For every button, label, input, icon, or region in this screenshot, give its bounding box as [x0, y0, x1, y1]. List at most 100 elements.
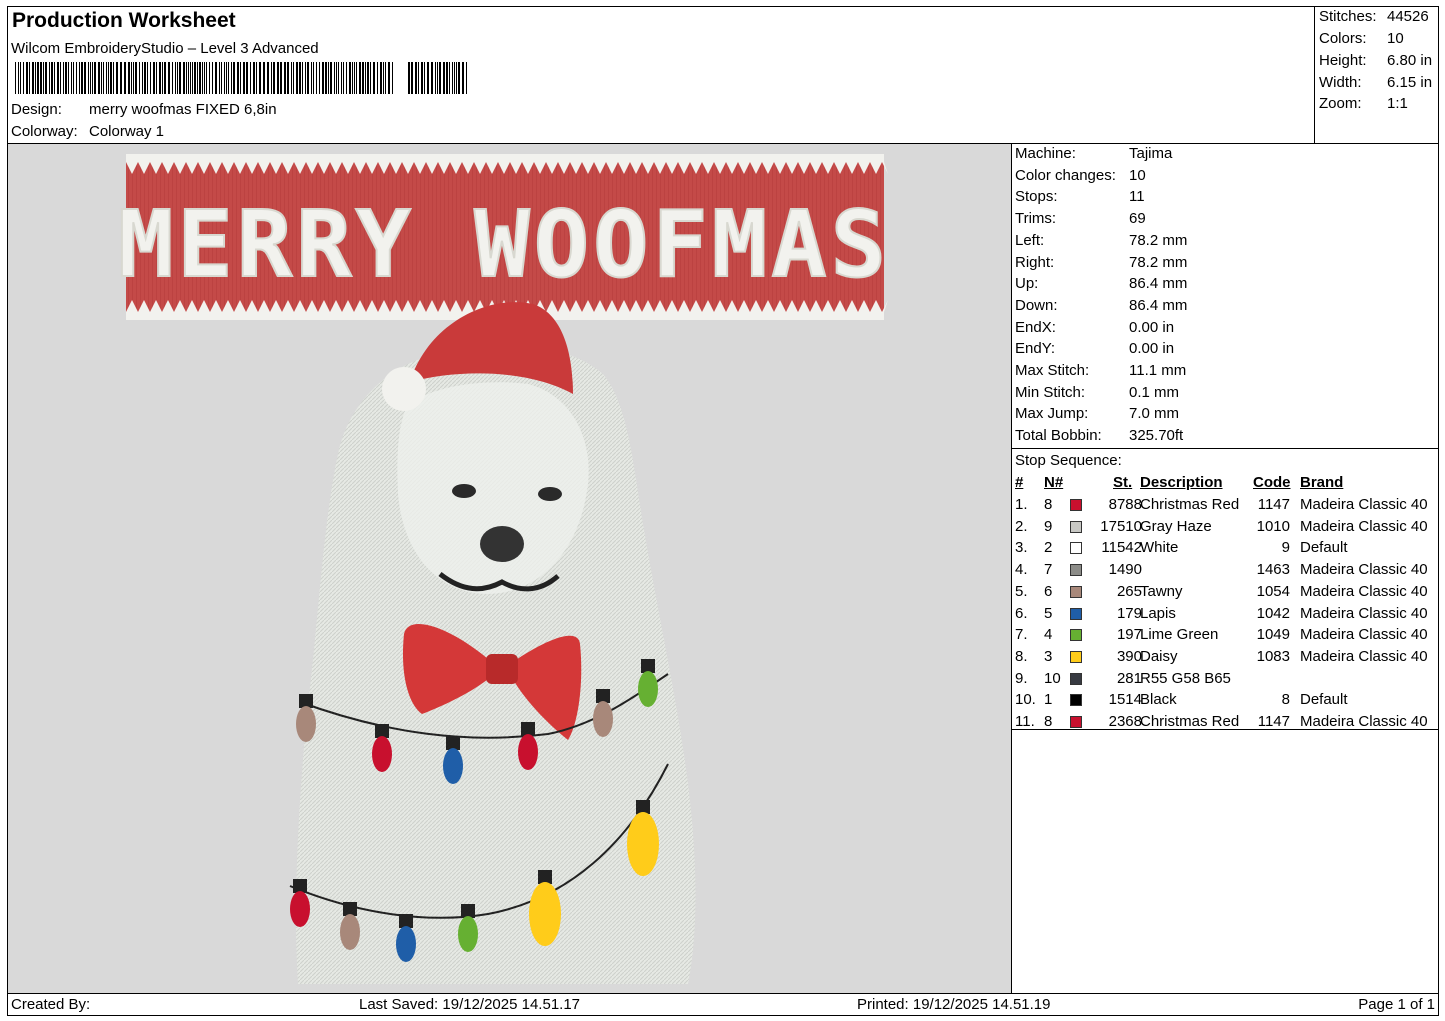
stop-row: 7. 4 197 Lime Green 1049 Madeira Classic 40: [1012, 626, 1438, 647]
stop-index: 10.: [1015, 691, 1036, 709]
design-row: Design: merry woofmas FIXED 6,8in: [11, 101, 277, 118]
barcode-bar: [334, 62, 335, 94]
barcode-bar: [29, 62, 30, 94]
bulb-cap: [343, 902, 357, 916]
barcode-bar: [79, 62, 80, 94]
machine-info-row: Stops: 11: [1015, 188, 1145, 205]
barcode-bar: [43, 62, 44, 94]
machine-info-label: Machine:: [1015, 145, 1076, 162]
barcode-bar: [246, 62, 248, 94]
page-title: Production Worksheet: [12, 9, 236, 32]
stop-index: 9.: [1015, 669, 1028, 687]
stop-description: Tawny: [1140, 582, 1183, 600]
stop-code: 1010: [1256, 517, 1290, 535]
col-header-stitches: St.: [1113, 474, 1133, 491]
stop-stitches: 2368: [1108, 713, 1142, 730]
barcode-bar: [192, 62, 193, 94]
embroidery-artwork: MERRY WOOFMAS: [117, 154, 888, 984]
barcode-bar: [106, 62, 107, 94]
barcode-bar: [116, 62, 118, 94]
blue-bulb-icon: [443, 748, 463, 784]
design-preview: MERRY WOOFMAS: [8, 144, 1012, 993]
barcode-bar: [186, 62, 187, 94]
barcode-bar: [71, 62, 72, 94]
barcode-bar: [385, 62, 386, 94]
barcode-bar: [454, 62, 455, 94]
barcode-bar: [101, 62, 102, 94]
barcode-bar: [256, 62, 257, 94]
col-header-code: Code: [1253, 474, 1291, 491]
machine-info-value: 0.1 mm: [1129, 383, 1180, 401]
stop-needle: 10: [1044, 669, 1061, 687]
banner: MERRY WOOFMAS: [117, 154, 888, 320]
barcode-bar: [273, 62, 275, 94]
stop-brand: Madeira Classic 40: [1300, 604, 1428, 622]
barcode-bar: [209, 62, 210, 94]
bulb-cap: [461, 904, 475, 918]
machine-info-label: Left:: [1015, 231, 1045, 249]
stop-index: 11.: [1015, 713, 1035, 730]
machine-info-label: Right:: [1015, 253, 1055, 271]
thread-color-swatch: [1070, 607, 1082, 620]
barcode-bar: [338, 62, 339, 94]
dog: [296, 302, 696, 984]
barcode-bar: [343, 62, 344, 94]
printed-date: Printed: 19/12/2025 14.51.19: [857, 996, 1051, 1013]
bulb-cap: [521, 722, 535, 736]
stop-code: 9: [1281, 539, 1290, 557]
page-number: Page 1 of 1: [1358, 996, 1435, 1013]
barcode-bar: [156, 62, 157, 94]
col-header-brand: Brand: [1300, 474, 1344, 491]
barcode-bar: [377, 62, 378, 94]
barcode-bar: [302, 62, 303, 94]
barcode-bar: [365, 62, 366, 94]
barcode-bar: [54, 62, 55, 94]
machine-info-value: 86.4 mm: [1129, 296, 1188, 314]
stop-brand: Madeira Classic 40: [1300, 626, 1428, 644]
machine-info-value: 7.0 mm: [1129, 405, 1180, 423]
col-header-needle: N#: [1044, 474, 1064, 491]
machine-info-label: Stops:: [1015, 188, 1058, 206]
machine-info-value: Tajima: [1129, 145, 1173, 162]
barcode-bar: [35, 62, 36, 94]
machine-info-label: Up:: [1015, 275, 1039, 293]
barcode-bar: [144, 62, 146, 94]
stats-panel: Stitches: 44526 Colors: 10 Height: 6.80 in …: [1314, 7, 1439, 144]
barcode-bar: [168, 62, 170, 94]
machine-info-row: Right: 78.2 mm: [1015, 254, 1187, 271]
green-bulb-icon: [458, 916, 478, 952]
stat-height: Height: 6.80 in: [1319, 52, 1433, 69]
barcode-bar: [45, 62, 47, 94]
barcode-bar: [233, 62, 235, 94]
machine-info-value: 78.2 mm: [1129, 253, 1188, 271]
barcode-bar: [305, 62, 306, 94]
stop-index: 6.: [1015, 604, 1028, 622]
stop-row: 11. 8 2368 Christmas Red 1147 Madeira Classic…: [1012, 713, 1438, 734]
machine-info-label: EndX:: [1015, 318, 1056, 336]
machine-info-label: Min Stitch:: [1015, 383, 1086, 401]
stop-row: 1. 8 8788 Christmas Red 1147 Madeira Classic …: [1012, 496, 1438, 517]
machine-info-label: Total Bobbin:: [1015, 427, 1102, 445]
stop-stitches: 281: [1116, 669, 1142, 687]
machine-info-label: Color changes:: [1015, 166, 1116, 184]
barcode-bar: [139, 62, 140, 94]
barcode-bar: [291, 62, 292, 94]
barcode-bar: [277, 62, 279, 94]
machine-info-row: Left: 78.2 mm: [1015, 232, 1187, 249]
barcode-bar: [383, 62, 384, 94]
stop-stitches: 197: [1116, 626, 1142, 644]
barcode-bar: [299, 62, 301, 94]
barcode-bar: [319, 62, 320, 94]
barcode-bar: [293, 62, 294, 94]
barcode-bar: [250, 62, 251, 94]
bulb-cap: [538, 870, 552, 884]
barcode-bar: [18, 62, 19, 94]
barcode-bar: [253, 62, 255, 94]
barcode-bar: [204, 62, 205, 94]
stop-brand: Madeira Classic 40: [1300, 582, 1428, 600]
barcode-bar: [15, 62, 16, 94]
stop-needle: 9: [1044, 517, 1053, 535]
stop-needle: 8: [1044, 496, 1053, 513]
barcode-bar: [63, 62, 64, 94]
barcode-bar: [330, 62, 332, 94]
